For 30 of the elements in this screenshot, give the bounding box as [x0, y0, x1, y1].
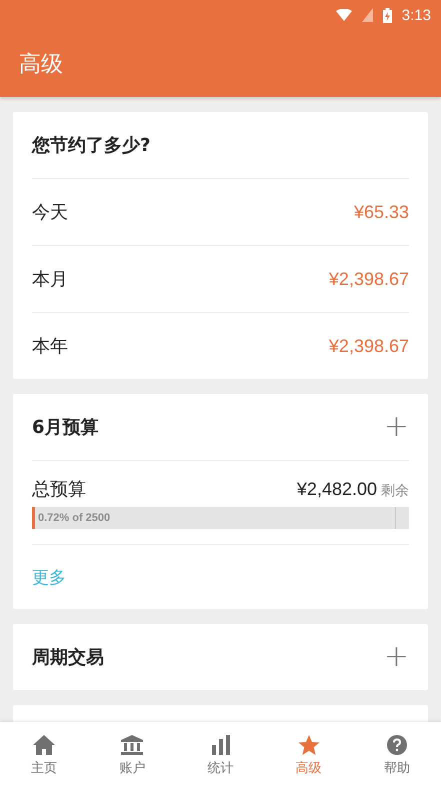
- page-title: 高级: [19, 50, 63, 78]
- budget-amount: ¥2,482.00: [296, 479, 377, 500]
- period-label: 今天: [32, 201, 68, 224]
- progress-text: 0.72% of 2500: [37, 512, 110, 524]
- wifi-icon: [336, 9, 352, 21]
- help-icon: [386, 734, 407, 754]
- bank-icon: [121, 734, 144, 754]
- period-label: 本年: [32, 335, 68, 358]
- budget-label: 总预算: [32, 478, 86, 501]
- card-title: 您节约了多少?: [32, 134, 150, 157]
- battery-charging-icon: [382, 8, 392, 22]
- nav-tab[interactable]: 主页: [0, 722, 88, 789]
- no-signal-icon: [362, 8, 373, 22]
- nav-tab[interactable]: 账户: [88, 722, 176, 789]
- home-icon: [33, 734, 56, 754]
- saved-amount: ¥2,398.67: [328, 268, 409, 290]
- status-time: 3:13: [402, 6, 431, 24]
- nav-tab[interactable]: 统计: [176, 722, 265, 789]
- add-button[interactable]: +: [384, 642, 409, 672]
- card-title: 6月预算: [32, 416, 99, 439]
- chart-icon: [210, 734, 232, 754]
- nav-tab[interactable]: 帮助: [352, 722, 441, 789]
- star-icon: [298, 734, 320, 754]
- period-label: 本月: [32, 268, 68, 291]
- card-title: 周期交易: [32, 646, 104, 669]
- saved-amount: ¥2,398.67: [328, 336, 409, 356]
- add-button[interactable]: +: [384, 412, 409, 442]
- remaining-label: 剩余: [381, 482, 409, 500]
- nav-tab[interactable]: 高级: [264, 722, 353, 789]
- saved-amount: ¥65.33: [354, 202, 409, 222]
